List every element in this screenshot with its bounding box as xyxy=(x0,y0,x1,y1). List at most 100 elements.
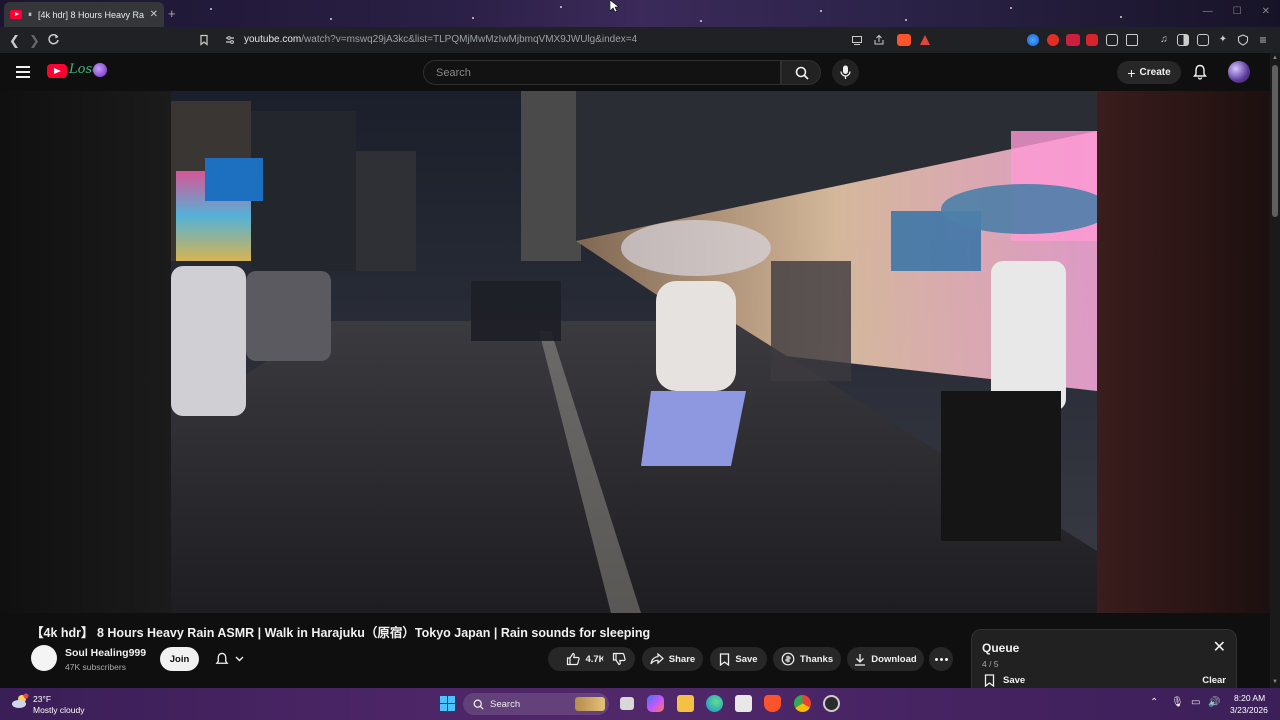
back-icon[interactable]: ❮ xyxy=(9,33,20,49)
microphone-icon xyxy=(840,65,851,79)
tray-overflow-icon[interactable]: ⌃ xyxy=(1150,697,1158,708)
edge-icon[interactable] xyxy=(706,695,723,712)
new-tab-button[interactable]: + xyxy=(168,6,176,21)
queue-clear-button[interactable]: Clear xyxy=(1202,675,1226,686)
save-button[interactable]: Save xyxy=(710,647,767,671)
save-bookmark-icon xyxy=(720,652,730,666)
dislike-button[interactable] xyxy=(603,647,635,671)
voice-search-button[interactable] xyxy=(832,59,859,86)
browser-tabstrip: ⏸ [4k hdr] 8 Hours Heavy Rain ✕ + — ☐ ✕ xyxy=(0,0,1280,27)
notifications-bell-icon[interactable] xyxy=(1193,64,1207,80)
brave-rewards-icon[interactable] xyxy=(920,35,930,45)
url-field[interactable]: youtube.com/watch?v=mswq29jA3kc&list=TLP… xyxy=(244,34,637,45)
site-info-icon[interactable] xyxy=(224,34,236,46)
queue-bookmark-icon xyxy=(984,674,995,687)
tray-network-icon[interactable]: ▭ xyxy=(1191,697,1200,708)
extension-youtube-icon[interactable] xyxy=(1047,34,1059,46)
thumbs-down-icon xyxy=(612,652,626,666)
chrome-icon[interactable] xyxy=(794,695,811,712)
share-icon xyxy=(650,653,664,665)
extension-box-icon[interactable] xyxy=(1126,34,1138,46)
extension-red-2-icon[interactable] xyxy=(1086,34,1098,46)
scroll-up-icon[interactable]: ▲ xyxy=(1272,55,1278,61)
browser-tab-active[interactable]: ⏸ [4k hdr] 8 Hours Heavy Rain ✕ xyxy=(4,2,164,27)
tray-microphone-icon[interactable]: 🎙 xyxy=(1171,697,1184,708)
vpn-shield-icon[interactable] xyxy=(1237,34,1249,46)
mouse-cursor-icon xyxy=(610,0,619,13)
bookmark-icon[interactable] xyxy=(198,34,210,46)
more-actions-button[interactable] xyxy=(929,647,953,671)
page-scrollbar[interactable]: ▲ ▼ xyxy=(1270,53,1280,690)
video-frame xyxy=(171,91,1097,613)
taskbar-time[interactable]: 8:20 AM xyxy=(1234,693,1265,703)
minimize-icon[interactable]: — xyxy=(1203,6,1213,17)
subscriber-count: 47K subscribers xyxy=(65,662,126,672)
brave-taskbar-icon[interactable] xyxy=(764,695,781,712)
window-controls: — ☐ ✕ xyxy=(1203,6,1270,17)
tab-close-icon[interactable]: ✕ xyxy=(150,9,158,20)
channel-name[interactable]: Soul Healing999 xyxy=(65,647,146,659)
browser-menu-icon[interactable]: ≡ xyxy=(1257,34,1269,46)
taskbar-date[interactable]: 3/23/2026 xyxy=(1230,705,1268,715)
share-page-icon[interactable] xyxy=(873,34,885,46)
brave-shields-icon[interactable] xyxy=(897,34,911,46)
forward-icon[interactable]: ❯ xyxy=(29,33,40,49)
obs-icon[interactable] xyxy=(823,695,840,712)
download-button[interactable]: Download xyxy=(847,647,924,671)
microsoft-store-icon[interactable] xyxy=(735,695,752,712)
cast-icon[interactable] xyxy=(851,34,863,46)
taskbar-search-label: Search xyxy=(490,698,521,710)
queue-title: Queue xyxy=(982,641,1020,655)
copilot-icon[interactable] xyxy=(647,695,664,712)
player-ambient-right xyxy=(1097,91,1270,613)
taskbar-search[interactable]: Search xyxy=(463,693,609,715)
thumbs-up-icon xyxy=(567,652,581,666)
scroll-thumb[interactable] xyxy=(1272,65,1278,217)
maximize-icon[interactable]: ☐ xyxy=(1233,6,1242,17)
guide-menu-icon[interactable] xyxy=(16,66,30,78)
window-close-icon[interactable]: ✕ xyxy=(1262,6,1270,17)
reload-icon[interactable] xyxy=(47,33,60,46)
create-button[interactable]: + Create xyxy=(1117,61,1181,84)
task-view-icon[interactable] xyxy=(620,697,634,710)
queue-position: 4 / 5 xyxy=(982,659,999,669)
sidebar-toggle-icon[interactable] xyxy=(1177,34,1189,46)
save-label: Save xyxy=(735,653,758,665)
thanks-button[interactable]: Thanks xyxy=(773,647,841,671)
queue-save-label: Save xyxy=(1003,675,1026,686)
search-input[interactable]: Search xyxy=(423,60,781,85)
media-controls-icon[interactable]: ♫ xyxy=(1158,34,1170,46)
chevron-down-icon xyxy=(235,656,243,662)
subscription-notifications-button[interactable] xyxy=(205,647,253,671)
download-label: Download xyxy=(871,653,917,665)
weather-description: Mostly cloudy xyxy=(33,705,85,715)
plus-icon: + xyxy=(1127,64,1136,81)
extension-red-1-icon[interactable] xyxy=(1066,34,1080,46)
tray-volume-icon[interactable]: 🔊 xyxy=(1208,697,1220,708)
extension-puzzle-icon[interactable] xyxy=(1106,34,1118,46)
video-player[interactable] xyxy=(171,91,1097,613)
super-thanks-icon xyxy=(781,652,795,666)
search-highlight-image xyxy=(575,697,605,711)
file-explorer-icon[interactable] xyxy=(677,695,694,712)
queue-panel: Queue 4 / 5 ✕ Save Clear xyxy=(971,629,1237,690)
extension-blue-icon[interactable] xyxy=(1027,34,1039,46)
share-button[interactable]: Share xyxy=(642,647,703,671)
youtube-logo[interactable] xyxy=(47,64,67,78)
search-icon xyxy=(795,66,809,80)
windows-start-icon[interactable] xyxy=(439,695,456,712)
weather-cloudy-icon[interactable] xyxy=(11,693,29,709)
account-avatar[interactable] xyxy=(1228,61,1250,83)
channel-avatar[interactable] xyxy=(31,645,57,671)
join-button[interactable]: Join xyxy=(160,647,199,671)
audio-playing-icon[interactable]: ⏸ xyxy=(28,10,32,20)
youtube-masthead: Lose Search + Create xyxy=(0,53,1270,91)
scroll-down-icon[interactable]: ▼ xyxy=(1272,679,1278,685)
queue-close-icon[interactable]: ✕ xyxy=(1213,640,1226,656)
download-icon xyxy=(855,653,866,666)
wallet-icon[interactable] xyxy=(1197,34,1209,46)
search-button[interactable] xyxy=(781,60,821,85)
queue-save-button[interactable]: Save xyxy=(984,674,1025,687)
leo-ai-icon[interactable]: ✦ xyxy=(1217,34,1229,46)
thanks-label: Thanks xyxy=(799,653,834,665)
